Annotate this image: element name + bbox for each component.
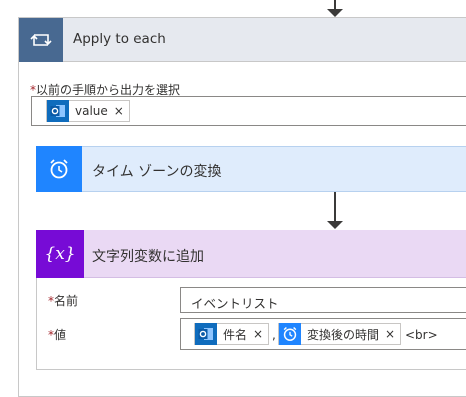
token-separator: , [272, 328, 276, 342]
br-suffix-text: <br> [405, 328, 438, 342]
name-field-value: イベントリスト [191, 296, 279, 311]
select-output-label-text: 以前の手順から出力を選択 [36, 83, 181, 97]
subject-token-remove-button[interactable]: × [253, 327, 268, 341]
loop-icon [19, 18, 63, 62]
name-field-label-text: 名前 [54, 294, 79, 308]
append-variable-title: 文字列変数に追加 [92, 249, 204, 265]
alarm-clock-icon [36, 146, 82, 192]
alarm-clock-icon [279, 323, 301, 345]
value-field-label: *値 [48, 326, 66, 343]
converted-time-token-label: 変換後の時間 [307, 327, 380, 342]
value-token-remove-button[interactable]: × [114, 104, 129, 118]
middle-connector-arrow [327, 221, 343, 229]
timezone-action-title: タイム ゾーンの変換 [92, 164, 222, 180]
middle-connector-line [334, 192, 336, 222]
variable-icon: {x} [36, 230, 84, 278]
apply-to-each-title: Apply to each [73, 31, 166, 47]
name-field-input[interactable]: イベントリスト [180, 287, 466, 313]
outlook-icon [47, 100, 69, 122]
subject-token[interactable]: 件名 × [194, 323, 270, 345]
name-field-label: *名前 [48, 292, 78, 309]
value-token-label: value [75, 104, 108, 118]
outlook-icon [195, 323, 217, 345]
value-field-label-text: 値 [54, 328, 67, 342]
top-connector-arrow [327, 9, 343, 17]
value-token[interactable]: value × [46, 100, 130, 122]
converted-time-token[interactable]: 変換後の時間 × [278, 323, 402, 345]
subject-token-label: 件名 [223, 327, 248, 342]
converted-time-token-remove-button[interactable]: × [385, 327, 400, 341]
